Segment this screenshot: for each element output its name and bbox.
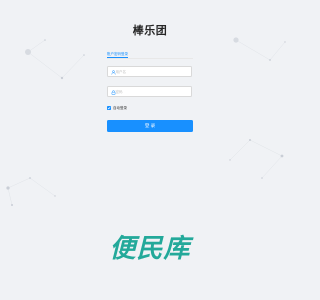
- login-button[interactable]: 登 录: [107, 120, 193, 132]
- username-placeholder: 用户名: [115, 70, 127, 75]
- remember-me-label: 自动登录: [113, 106, 127, 111]
- tab-divider: [107, 58, 193, 59]
- username-field[interactable]: 用户名: [107, 66, 192, 77]
- password-placeholder: 密码: [115, 90, 123, 95]
- remember-me-checkbox[interactable]: [107, 106, 111, 110]
- app-title: 棒乐团: [132, 25, 168, 37]
- watermark-brand: 便民库: [109, 234, 191, 264]
- password-field[interactable]: 密码: [107, 86, 192, 97]
- check-icon: [107, 106, 111, 110]
